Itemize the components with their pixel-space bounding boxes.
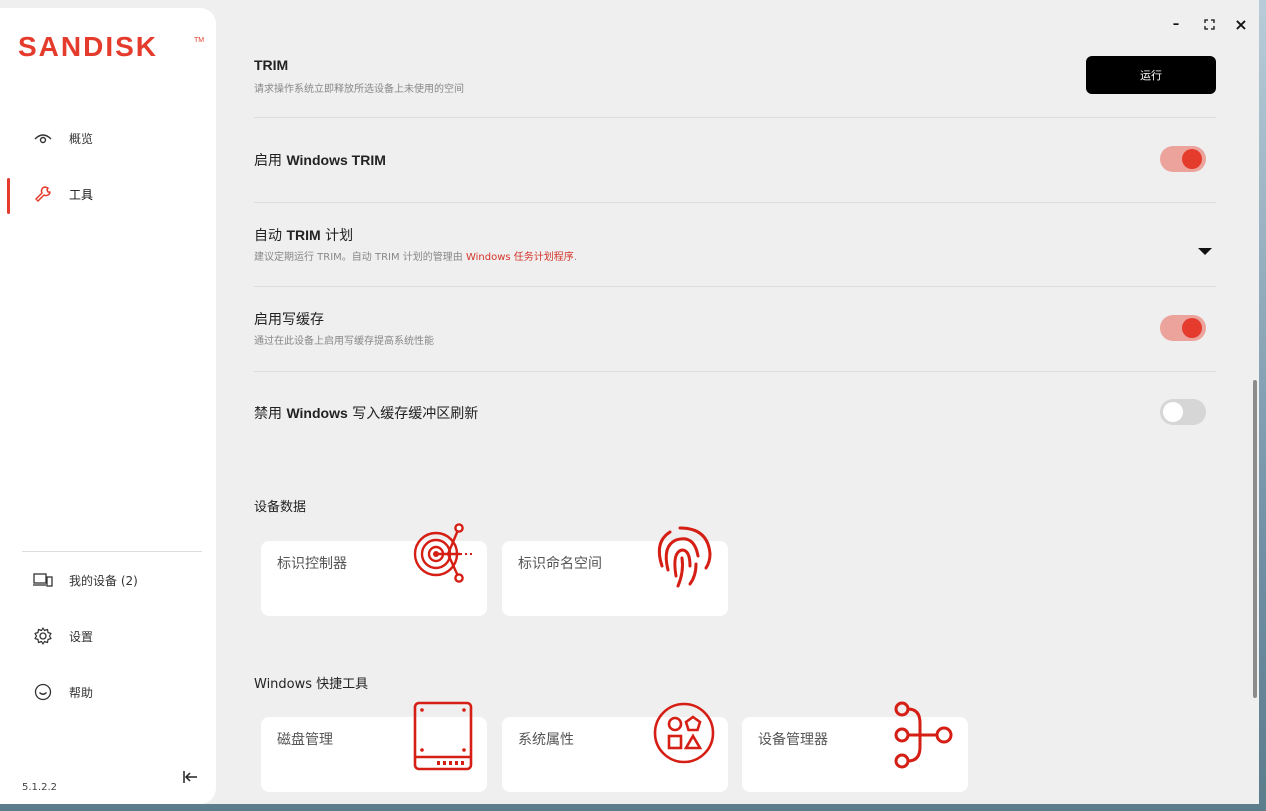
collapse-sidebar-icon[interactable]: [181, 768, 201, 788]
wrench-icon: [33, 184, 53, 204]
devices-icon: [33, 570, 53, 590]
drive-icon: [413, 701, 473, 775]
maximize-button[interactable]: [1199, 14, 1219, 34]
sidebar-item-label: 帮助: [69, 685, 94, 700]
card-label: 系统属性: [518, 732, 574, 748]
sidebar-divider: [22, 551, 202, 552]
card-label: 标识控制器: [277, 556, 347, 572]
task-scheduler-link[interactable]: Windows 任务计划程序: [466, 252, 574, 263]
help-icon: [33, 682, 53, 702]
logo-text: SANDISK: [18, 34, 158, 60]
row-divider: [254, 117, 1216, 118]
sandisk-logo: SANDISK TM: [18, 31, 210, 64]
eye-icon: [33, 128, 53, 148]
sidebar-item-settings[interactable]: 设置: [0, 616, 216, 656]
row-divider: [254, 202, 1216, 203]
sidebar-item-help[interactable]: 帮助: [0, 672, 216, 712]
close-button[interactable]: ×: [1231, 14, 1251, 34]
windows-tools-title: Windows 快捷工具: [254, 677, 369, 692]
sidebar: SANDISK TM 概览 工具 我的设备 (2) 设置 帮助 5.1.2.2: [0, 8, 216, 804]
logo-trademark: TM: [194, 37, 204, 44]
disable-flush-toggle[interactable]: [1160, 399, 1206, 425]
sidebar-item-label: 概览: [69, 131, 94, 146]
sidebar-item-tools[interactable]: 工具: [0, 174, 216, 214]
sidebar-item-overview[interactable]: 概览: [0, 118, 216, 158]
enable-trim-toggle[interactable]: [1160, 146, 1206, 172]
sidebar-item-label: 工具: [69, 187, 94, 202]
enable-trim-label: 启用 Windows TRIM: [254, 152, 386, 169]
gear-icon: [33, 626, 53, 646]
write-cache-label: 启用写缓存: [254, 312, 324, 328]
sidebar-item-my-devices[interactable]: 我的设备 (2): [0, 560, 216, 600]
app-version: 5.1.2.2: [22, 782, 57, 793]
hierarchy-icon: [892, 699, 956, 775]
sidebar-item-label: 我的设备 (2): [69, 573, 138, 588]
card-label: 标识命名空间: [518, 556, 602, 572]
scrollbar[interactable]: [1253, 380, 1257, 698]
row-divider: [254, 371, 1216, 372]
maximize-icon: [1203, 18, 1215, 30]
shapes-icon: [652, 701, 716, 769]
row-divider: [254, 286, 1216, 287]
fingerprint-icon: [650, 522, 718, 594]
auto-trim-subtitle: 建议定期运行 TRIM。自动 TRIM 计划的管理由 Windows 任务计划程…: [254, 252, 577, 263]
disable-flush-label: 禁用 Windows 写入缓存缓冲区刷新: [254, 405, 479, 422]
chevron-down-icon[interactable]: [1198, 248, 1212, 255]
trim-title: TRIM: [254, 57, 289, 73]
write-cache-toggle[interactable]: [1160, 315, 1206, 341]
auto-trim-label: 自动 TRIM 计划: [254, 227, 354, 244]
target-icon: [408, 522, 476, 594]
run-trim-button[interactable]: 运行: [1086, 56, 1216, 94]
write-cache-subtitle: 通过在此设备上启用写缓存提高系统性能: [254, 336, 434, 347]
minimize-button[interactable]: –: [1166, 14, 1186, 34]
card-label: 设备管理器: [758, 732, 828, 748]
card-label: 磁盘管理: [277, 732, 333, 748]
sidebar-item-label: 设置: [69, 629, 94, 644]
app-window: SANDISK TM 概览 工具 我的设备 (2) 设置 帮助 5.1.2.2 …: [0, 0, 1259, 804]
device-data-title: 设备数据: [254, 500, 307, 515]
trim-subtitle: 请求操作系统立即释放所选设备上未使用的空间: [254, 84, 464, 95]
